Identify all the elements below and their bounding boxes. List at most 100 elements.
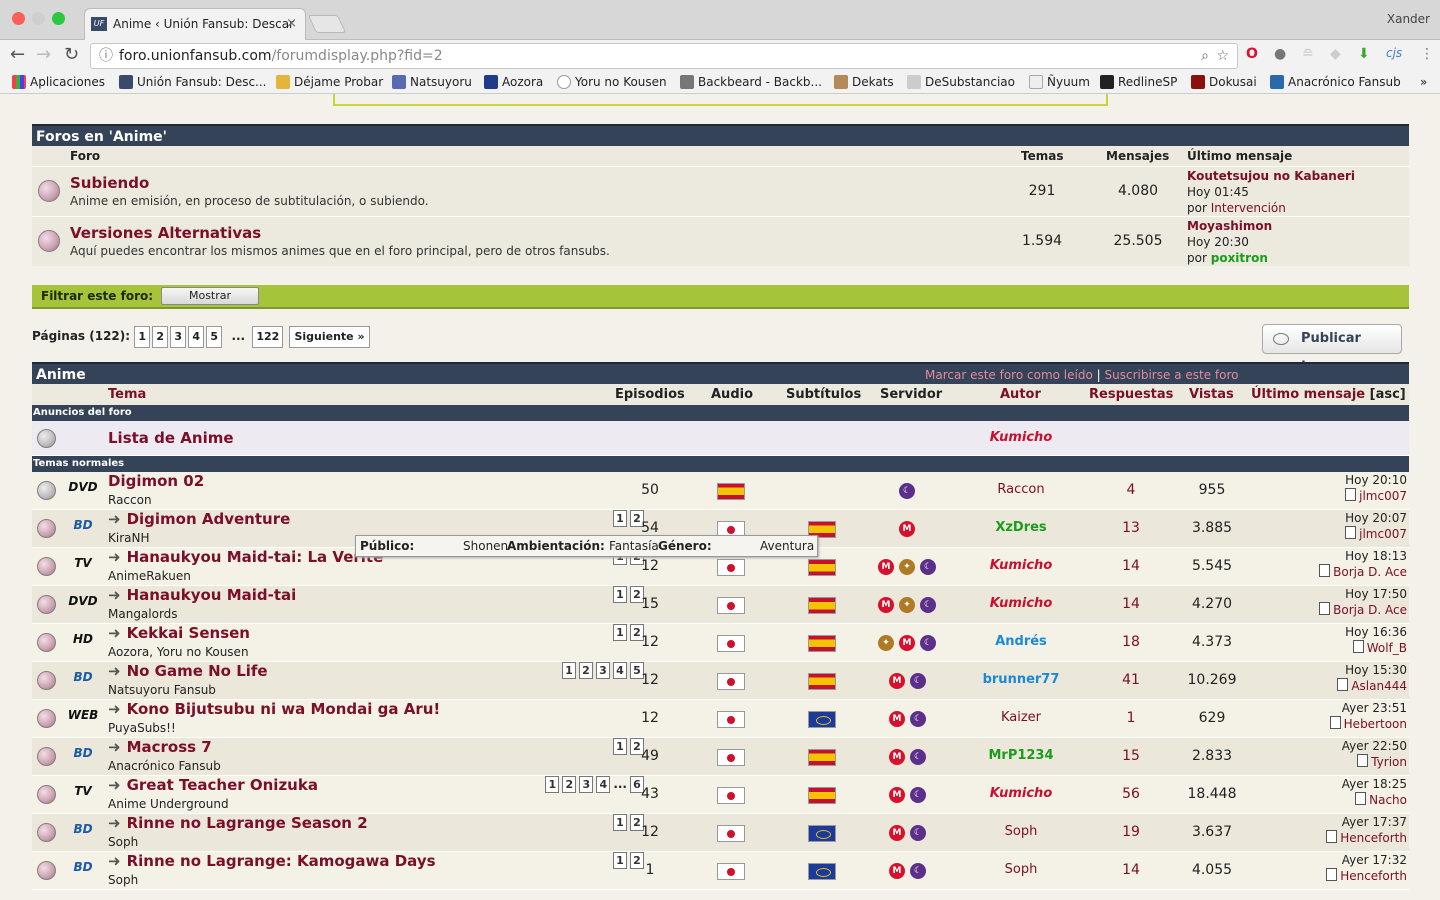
moon-server-icon[interactable]: ☾ bbox=[920, 559, 936, 575]
mega-icon[interactable]: M bbox=[899, 521, 915, 537]
bookmark-backbeard[interactable]: Backbeard - Backb... bbox=[680, 75, 822, 89]
col-views[interactable]: Vistas bbox=[1189, 387, 1234, 402]
hentai-server-icon[interactable]: ✦ bbox=[878, 635, 894, 651]
mega-icon[interactable]: M bbox=[889, 787, 905, 803]
forum-link[interactable]: Subiendo bbox=[70, 174, 149, 192]
bookmark-redlinesp[interactable]: RedlineSP bbox=[1100, 75, 1177, 89]
opera-icon[interactable]: O bbox=[1246, 46, 1258, 62]
topic-author[interactable]: Soph bbox=[962, 862, 1080, 877]
next-page-link[interactable]: Siguiente » bbox=[289, 326, 370, 348]
profile-name[interactable]: Xander bbox=[1387, 12, 1430, 26]
moon-server-icon[interactable]: ☾ bbox=[910, 863, 926, 879]
topic-link[interactable]: ➜ Rinne no Lagrange Season 2 bbox=[108, 814, 368, 832]
mark-read-link[interactable]: Marcar este foro como leído bbox=[925, 368, 1093, 382]
last-post-user[interactable]: Tyrion bbox=[1357, 755, 1407, 769]
topic-author[interactable]: Raccon bbox=[962, 482, 1080, 497]
last-post-user[interactable]: Borja D. Ace bbox=[1319, 603, 1407, 617]
topic-link[interactable]: ➜ Hanaukyou Maid-tai: La Verite bbox=[108, 548, 383, 566]
topic-replies[interactable]: 41 bbox=[1102, 672, 1160, 688]
maximize-window-button[interactable] bbox=[52, 12, 65, 25]
topic-fansub[interactable]: Aozora, Yoru no Kousen bbox=[108, 645, 249, 659]
announcement-title[interactable]: Lista de Anime bbox=[108, 429, 234, 447]
mega-icon[interactable]: M bbox=[889, 825, 905, 841]
last-post-user[interactable]: jlmc007 bbox=[1345, 527, 1407, 541]
bookmark-dejame-probar[interactable]: Déjame Probar bbox=[276, 75, 383, 89]
bookmark-apps[interactable]: Aplicaciones bbox=[12, 75, 105, 89]
moon-server-icon[interactable]: ☾ bbox=[910, 825, 926, 841]
mega-icon[interactable]: M bbox=[878, 597, 894, 613]
circle-extension-icon[interactable]: ● bbox=[1274, 46, 1286, 62]
topic-link[interactable]: Digimon 02 bbox=[108, 472, 204, 490]
bookmark-unionfansub[interactable]: Unión Fansub: Desc... bbox=[119, 75, 267, 89]
last-post-user[interactable]: Nacho bbox=[1355, 793, 1407, 807]
topic-page-link[interactable]: 1 bbox=[613, 852, 627, 869]
topic-link[interactable]: ➜ Kekkai Sensen bbox=[108, 624, 250, 642]
bookmark-dokusai[interactable]: Dokusai bbox=[1191, 75, 1257, 89]
back-arrow-icon[interactable]: ← bbox=[10, 44, 25, 65]
topic-author[interactable]: Kaizer bbox=[962, 710, 1080, 725]
hentai-server-icon[interactable]: ✦ bbox=[899, 559, 915, 575]
topic-replies[interactable]: 19 bbox=[1102, 824, 1160, 840]
close-window-button[interactable] bbox=[12, 12, 25, 25]
topic-page-link[interactable]: 3 bbox=[596, 662, 610, 679]
info-icon[interactable]: ⓘ bbox=[99, 44, 113, 68]
page-link[interactable]: 3 bbox=[170, 326, 187, 348]
topic-fansub[interactable]: Natsuyoru Fansub bbox=[108, 683, 216, 697]
topic-author[interactable]: brunner77 bbox=[962, 672, 1080, 687]
topic-replies[interactable]: 1 bbox=[1102, 710, 1160, 726]
address-bar[interactable]: ⓘ foro.unionfansub.com/forumdisplay.php?… bbox=[90, 43, 1238, 69]
last-page-link[interactable]: 122 bbox=[252, 326, 284, 348]
topic-author[interactable]: Kumicho bbox=[962, 786, 1080, 801]
moon-server-icon[interactable]: ☾ bbox=[910, 749, 926, 765]
topic-link[interactable]: ➜ Kono Bijutsubu ni wa Mondai ga Aru! bbox=[108, 700, 440, 718]
topic-author[interactable]: Soph bbox=[962, 824, 1080, 839]
last-post-user[interactable]: Intervención bbox=[1211, 201, 1286, 215]
topic-page-link[interactable]: 1 bbox=[613, 510, 627, 527]
last-post-user[interactable]: Aslan444 bbox=[1337, 679, 1407, 693]
mega-icon[interactable]: M bbox=[889, 673, 905, 689]
topic-page-link[interactable]: 2 bbox=[579, 662, 593, 679]
topic-replies[interactable]: 14 bbox=[1102, 862, 1160, 878]
bookmark-natsuyoru[interactable]: Natsuyoru bbox=[392, 75, 472, 89]
mega-icon[interactable]: M bbox=[889, 711, 905, 727]
bookmark-aozora[interactable]: Aozora bbox=[484, 75, 543, 89]
topic-page-link[interactable]: 4 bbox=[613, 662, 627, 679]
topic-fansub[interactable]: Raccon bbox=[108, 493, 152, 507]
zoom-icon[interactable]: ⌕ bbox=[1201, 44, 1209, 68]
topic-link[interactable]: ➜ Digimon Adventure bbox=[108, 510, 290, 528]
topic-author[interactable]: XzDres bbox=[962, 520, 1080, 535]
topic-replies[interactable]: 14 bbox=[1102, 596, 1160, 612]
topic-fansub[interactable]: AnimeRakuen bbox=[108, 569, 191, 583]
stack-extension-icon[interactable]: ≘ bbox=[1302, 46, 1314, 62]
forum-link[interactable]: Versiones Alternativas bbox=[70, 224, 261, 242]
reload-icon[interactable]: ↻ bbox=[64, 44, 79, 65]
publish-topic-button[interactable]: Publicar tema bbox=[1262, 324, 1402, 374]
hentai-server-icon[interactable]: ✦ bbox=[899, 597, 915, 613]
topic-page-link[interactable]: 1 bbox=[562, 662, 576, 679]
topic-page-link[interactable]: 1 bbox=[545, 776, 560, 793]
last-post-title[interactable]: Koutetsujou no Kabaneri bbox=[1187, 169, 1355, 183]
page-link[interactable]: 5 bbox=[206, 326, 223, 348]
topic-page-link[interactable]: 4 bbox=[596, 776, 611, 793]
topic-author[interactable]: Kumicho bbox=[962, 596, 1080, 611]
topic-page-link[interactable]: 1 bbox=[613, 586, 627, 603]
mega-icon[interactable]: M bbox=[889, 749, 905, 765]
col-topic[interactable]: Tema bbox=[108, 387, 146, 402]
topic-author[interactable]: MrP1234 bbox=[962, 748, 1080, 763]
topic-replies[interactable]: 56 bbox=[1102, 786, 1160, 802]
topic-link[interactable]: ➜ Macross 7 bbox=[108, 738, 212, 756]
bookmark-dekats[interactable]: Dekats bbox=[834, 75, 894, 89]
moon-server-icon[interactable]: ☾ bbox=[910, 787, 926, 803]
menu-icon[interactable]: ⋮ bbox=[1420, 46, 1434, 62]
topic-fansub[interactable]: PuyaSubs!! bbox=[108, 721, 176, 735]
moon-server-icon[interactable]: ☾ bbox=[899, 483, 915, 499]
minimize-window-button[interactable] bbox=[32, 12, 45, 25]
topic-page-link[interactable]: 1 bbox=[613, 814, 627, 831]
topic-link[interactable]: ➜ Rinne no Lagrange: Kamogawa Days bbox=[108, 852, 436, 870]
topic-fansub[interactable]: KiraNH bbox=[108, 531, 150, 545]
forward-arrow-icon[interactable]: → bbox=[36, 44, 51, 65]
page-link[interactable]: 1 bbox=[134, 326, 151, 348]
topic-author[interactable]: Kumicho bbox=[962, 558, 1080, 573]
last-post-user[interactable]: Hebertoon bbox=[1330, 717, 1407, 731]
topic-link[interactable]: ➜ No Game No Life bbox=[108, 662, 268, 680]
